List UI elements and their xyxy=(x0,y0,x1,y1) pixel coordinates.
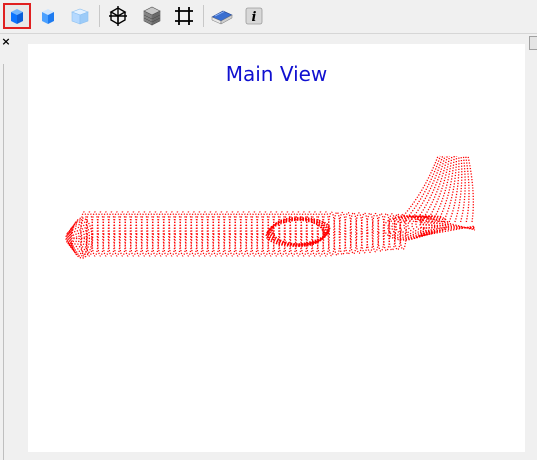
app-window: i × Main View xyxy=(0,0,537,460)
tail-fin-line xyxy=(414,155,446,223)
aircraft-model xyxy=(65,155,476,259)
view-shaded-button[interactable] xyxy=(34,3,62,29)
fuselage-ring xyxy=(344,211,352,255)
view-wireframe-button[interactable] xyxy=(104,3,132,29)
toolbar-separator xyxy=(203,5,204,27)
view-frame-button[interactable] xyxy=(170,3,198,29)
toolbar-separator xyxy=(99,5,100,27)
tail-ring xyxy=(411,215,444,235)
tail-fin-line xyxy=(454,155,463,223)
mesh-cube-icon xyxy=(143,6,161,26)
right-dock-tab[interactable] xyxy=(529,36,537,50)
toolbar: i xyxy=(0,0,537,34)
wireframe-cube-icon xyxy=(109,6,127,26)
tail-fin-line xyxy=(467,155,474,223)
view-solid-button[interactable] xyxy=(3,3,31,29)
wing-root-ring xyxy=(265,218,331,246)
tail-fin-line xyxy=(465,155,470,223)
fuselage-ring xyxy=(371,212,380,253)
view-transparent-button[interactable] xyxy=(66,3,94,29)
tail-fin-line xyxy=(437,155,455,223)
help-book-button[interactable] xyxy=(208,3,236,29)
svg-text:i: i xyxy=(252,10,257,25)
view-mesh-button[interactable] xyxy=(138,3,166,29)
shaded-cube-icon xyxy=(42,9,54,24)
info-icon: i xyxy=(245,7,263,25)
main-view-viewport[interactable]: Main View xyxy=(28,44,525,452)
fuselage-ring xyxy=(349,212,358,255)
info-button[interactable]: i xyxy=(240,3,268,29)
transparent-cube-icon xyxy=(71,8,89,25)
close-panel-button[interactable]: × xyxy=(0,36,12,48)
left-dock-panel xyxy=(0,64,4,460)
solid-cube-icon xyxy=(11,9,23,24)
fuselage-ring xyxy=(333,211,341,256)
tail-fin-line xyxy=(420,155,448,223)
frame-icon xyxy=(175,7,193,25)
book-icon xyxy=(211,10,233,25)
